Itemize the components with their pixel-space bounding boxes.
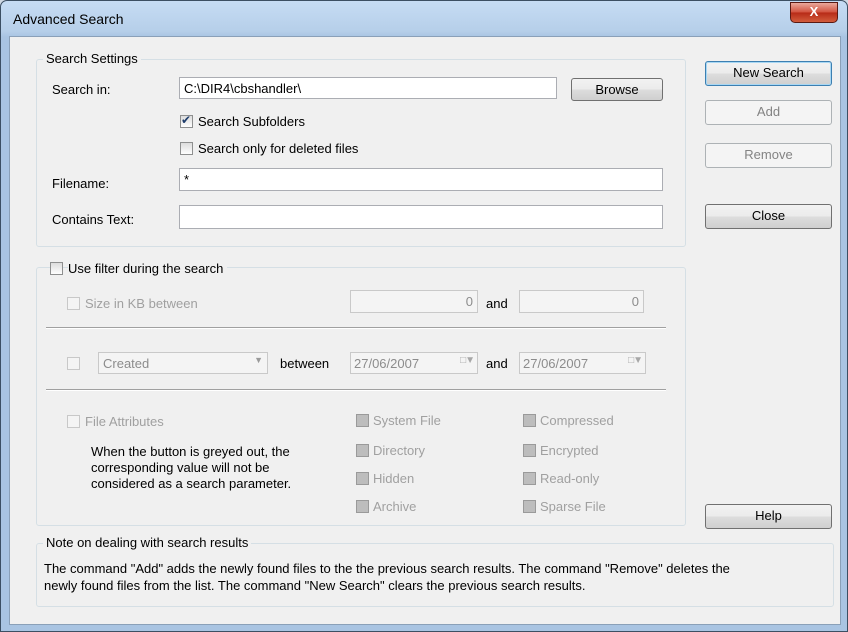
note-line-1: The command "Add" adds the newly found f… [44,561,730,576]
date-filter-checkbox[interactable] [67,357,80,370]
remove-button[interactable]: Remove [705,143,832,168]
contains-text-label: Contains Text: [52,212,135,227]
close-button[interactable]: Close [705,204,832,229]
attributes-note-line-3: considered as a search parameter. [91,476,292,491]
contains-text-input[interactable] [179,205,663,229]
add-button[interactable]: Add [705,100,832,125]
note-title: Note on dealing with search results [43,535,252,550]
advanced-search-window: Advanced Search X Search Settings Search… [0,0,848,632]
use-filter-checkbox[interactable] [50,262,63,275]
directory-toggle[interactable] [356,444,369,457]
filter-separator-2 [46,389,666,391]
date-to-picker[interactable]: 27/06/2007 □▼ [519,352,646,374]
date-to-value: 27/06/2007 [523,356,589,371]
new-search-button[interactable]: New Search [705,61,832,86]
size-filter-checkbox[interactable] [67,297,80,310]
size-and-label: and [486,296,508,311]
date-type-value: Created [103,356,150,371]
search-in-input[interactable] [179,77,557,99]
compressed-label: Compressed [540,413,614,428]
date-and-label: and [486,356,508,371]
filename-input[interactable] [179,168,663,191]
compressed-toggle[interactable] [523,414,536,427]
directory-label: Directory [373,443,426,458]
encrypted-label: Encrypted [540,443,599,458]
search-settings-title: Search Settings [43,51,141,66]
help-button[interactable]: Help [705,504,832,529]
sparse-file-toggle[interactable] [523,500,536,513]
title-bar: Advanced Search X [1,1,847,35]
attributes-note-line-1: When the button is greyed out, the [91,444,290,459]
read-only-toggle[interactable] [523,472,536,485]
calendar-icon: □▼ [628,355,643,366]
window-close-button[interactable]: X [790,2,838,23]
search-deleted-label: Search only for deleted files [198,141,359,156]
size-min-input[interactable] [350,290,478,313]
date-from-value: 27/06/2007 [354,356,420,371]
file-attributes-checkbox[interactable] [67,415,80,428]
date-from-picker[interactable]: 27/06/2007 □▼ [350,352,478,374]
file-attributes-label: File Attributes [85,414,164,429]
size-filter-label: Size in KB between [85,296,198,311]
system-file-label: System File [373,413,441,428]
search-subfolders-checkbox[interactable] [180,113,193,128]
system-file-toggle[interactable] [356,414,369,427]
archive-toggle[interactable] [356,500,369,513]
browse-button[interactable]: Browse [571,78,663,101]
use-filter-label: Use filter during the search [68,261,228,276]
chevron-down-icon: ▼ [254,355,263,365]
note-line-2: newly found files from the list. The com… [44,578,586,593]
hidden-toggle[interactable] [356,472,369,485]
window-title: Advanced Search [13,11,124,27]
attributes-note-line-2: corresponding value will not be [91,460,270,475]
dialog-client-area: Search Settings Search in: Browse Search… [9,36,841,625]
sparse-file-label: Sparse File [540,499,606,514]
encrypted-toggle[interactable] [523,444,536,457]
archive-label: Archive [373,499,417,514]
close-icon: X [809,4,819,19]
date-type-select[interactable]: Created ▼ [98,352,268,374]
hidden-label: Hidden [373,471,415,486]
filename-label: Filename: [52,176,110,191]
search-deleted-checkbox[interactable] [180,142,193,155]
filter-separator-1 [46,327,666,329]
size-max-input[interactable] [519,290,644,313]
between-label: between [280,356,330,371]
calendar-icon: □▼ [460,355,475,366]
search-in-label: Search in: [52,82,111,97]
read-only-label: Read-only [540,471,600,486]
search-subfolders-label: Search Subfolders [198,114,305,129]
